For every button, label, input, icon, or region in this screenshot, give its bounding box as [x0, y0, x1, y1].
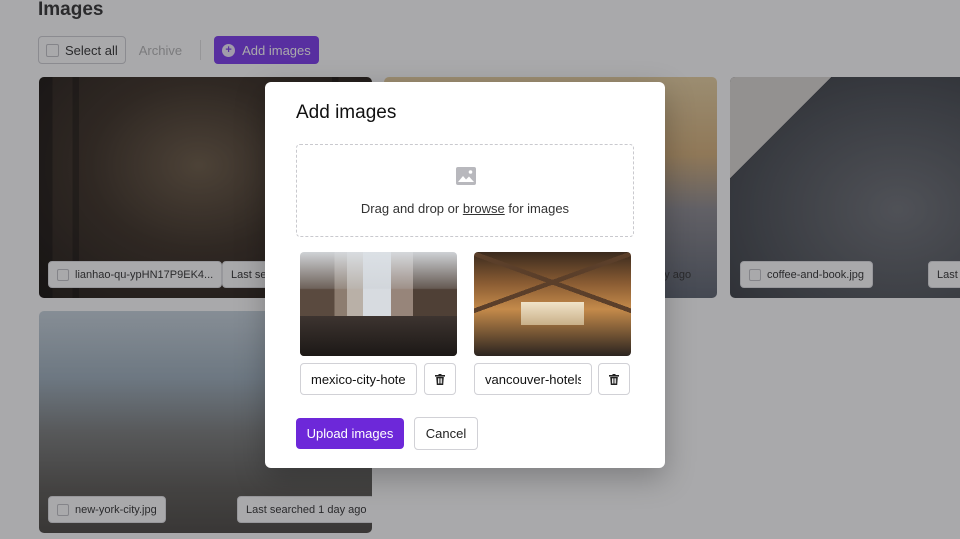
dialog-title: Add images — [296, 102, 397, 123]
delete-image-button[interactable] — [424, 363, 456, 395]
trash-icon — [609, 373, 619, 385]
dropzone-text-before: Drag and drop or — [360, 201, 463, 216]
add-images-dialog: Add images Drag and drop or browse for i… — [265, 82, 665, 468]
delete-image-button[interactable] — [598, 363, 630, 395]
cancel-button[interactable]: Cancel — [414, 417, 478, 450]
image-thumbnail-vancouver — [474, 252, 631, 356]
filename-input[interactable] — [474, 363, 592, 395]
filename-input[interactable] — [300, 363, 417, 395]
upload-images-button[interactable]: Upload images — [296, 418, 404, 449]
trash-icon — [435, 373, 445, 385]
image-icon — [456, 167, 476, 185]
dropzone[interactable]: Drag and drop or browse for images — [296, 144, 634, 237]
dropzone-text-after: for images — [504, 201, 570, 216]
dropzone-text: Drag and drop or browse for images — [297, 201, 633, 216]
image-thumbnail-mexico — [300, 252, 457, 356]
browse-link[interactable]: browse — [463, 201, 505, 216]
